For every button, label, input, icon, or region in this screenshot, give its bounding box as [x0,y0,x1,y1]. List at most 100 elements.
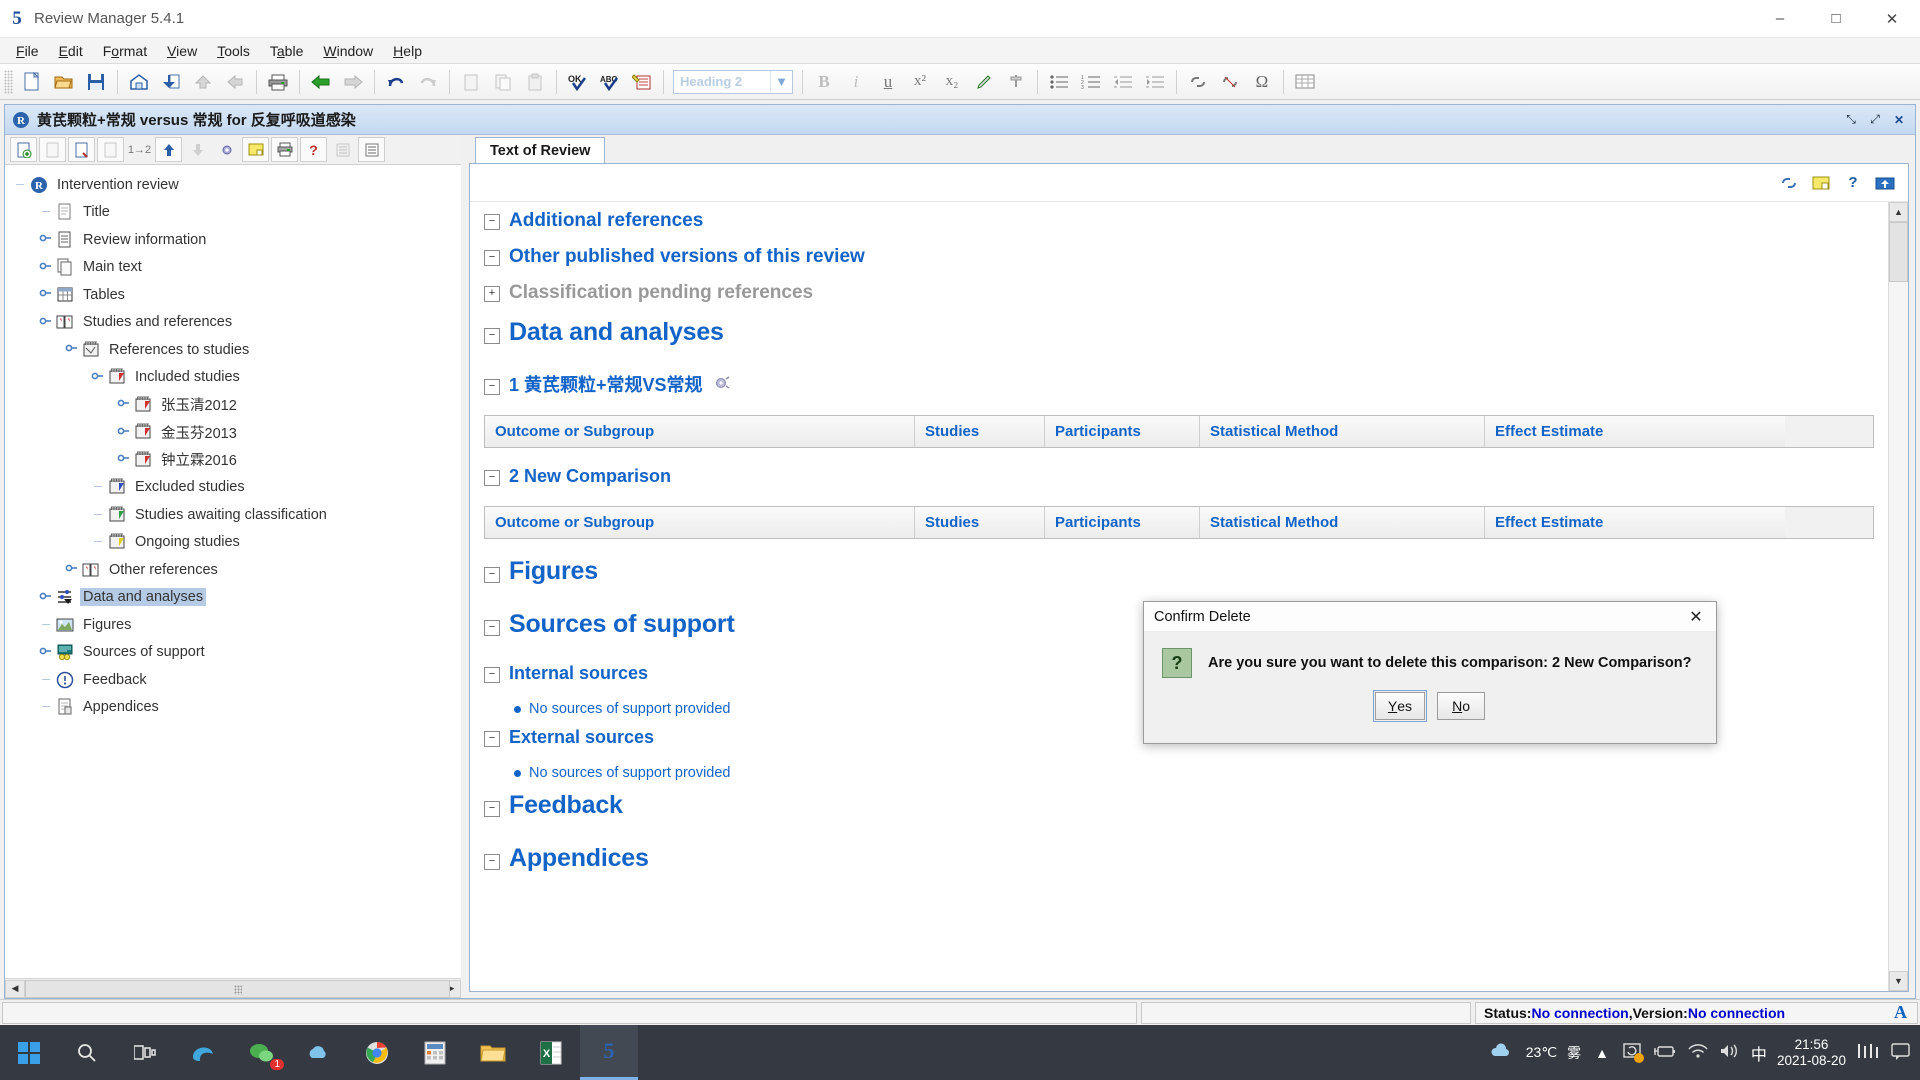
tree-expander-icon[interactable] [37,259,55,276]
merge-1-2-icon[interactable]: 1→2 [126,137,153,162]
tree-item-other-references[interactable]: Other references [5,556,461,584]
menu-view[interactable]: View [157,41,207,61]
section-heading[interactable]: 1 黄芪颗粒+常规VS常规 [509,371,703,397]
symbol-icon[interactable]: Ω [1247,68,1277,96]
tree-item-appendices[interactable]: ─ Appendices [5,694,461,722]
battery-icon[interactable] [1653,1043,1677,1062]
file-explorer-icon[interactable] [464,1025,522,1080]
tree-item-excluded-studies[interactable]: ─ Excluded studies [5,474,461,502]
tree-expander-icon[interactable] [37,314,55,331]
collapse-toggle-icon[interactable]: − [484,731,500,747]
update-icon[interactable] [1872,171,1898,195]
note-icon[interactable] [1808,171,1834,195]
section-heading[interactable]: Appendices [509,844,649,873]
outline-horizontal-scrollbar[interactable]: ◀ ▶ [5,978,461,998]
tree-expander-icon[interactable] [89,369,107,386]
superscript-icon[interactable]: x² [905,68,935,96]
collapse-toggle-icon[interactable]: − [484,379,500,395]
section-heading[interactable]: Figures [509,557,598,586]
open-folder-icon[interactable] [49,68,79,96]
add-icon[interactable] [10,137,37,162]
scroll-up-arrow-icon[interactable]: ▲ [1889,202,1908,222]
toolbar-grip[interactable] [4,69,13,94]
onedrive-cloud-icon[interactable] [290,1025,348,1080]
menu-format[interactable]: Format [93,41,157,61]
minimize-button[interactable]: – [1752,0,1808,37]
copy-icon[interactable] [488,68,518,96]
maximize-button[interactable]: □ [1808,0,1864,37]
bullet-list-icon[interactable] [1044,68,1074,96]
comparison-1-table[interactable]: Outcome or Subgroup Studies Participants St… [484,415,1874,448]
tree-item-feedback[interactable]: ─ Feedback [5,666,461,694]
tree-item-2012[interactable]: 张玉清2012 [5,391,461,419]
tree-item-review-information[interactable]: Review information [5,226,461,254]
collapse-toggle-icon[interactable]: − [484,470,500,486]
tree-item-included-studies[interactable]: Included studies [5,364,461,392]
cut-icon[interactable] [456,68,486,96]
tree-item-sources-of-support[interactable]: Sources of support [5,639,461,667]
track-changes-icon[interactable] [627,68,657,96]
section-heading[interactable]: Additional references [509,210,703,232]
tree-item-intervention-review[interactable]: ─ R Intervention review [5,171,461,199]
numbered-list-icon[interactable]: 123 [1076,68,1106,96]
spellcheck-ok-icon[interactable]: OK [563,68,593,96]
import-icon[interactable] [156,68,186,96]
link-icon[interactable] [1183,68,1213,96]
tree-expander-icon[interactable] [37,589,55,606]
list-view-icon[interactable] [329,137,356,162]
menu-file[interactable]: File [6,41,49,61]
collapse-toggle-icon[interactable]: − [484,620,500,636]
undo-icon[interactable] [381,68,411,96]
highlight-icon[interactable] [969,68,999,96]
pin-icon[interactable] [1001,68,1031,96]
collapse-toggle-icon[interactable]: − [484,250,500,266]
tree-item-ongoing-studies[interactable]: ─ Ongoing studies [5,529,461,557]
section-heading[interactable]: Other published versions of this review [509,246,865,268]
collapse-toggle-icon[interactable]: − [484,801,500,817]
italic-icon[interactable]: i [841,68,871,96]
link-icon[interactable] [1776,171,1802,195]
edit-icon[interactable] [39,137,66,162]
revman-icon[interactable]: 5 [580,1025,638,1080]
comparison-2-table[interactable]: Outcome or Subgroup Studies Participants St… [484,506,1874,539]
collapse-toggle-icon[interactable]: − [484,667,500,683]
close-button[interactable]: ✕ [1864,0,1920,37]
back-arrow-icon[interactable] [306,68,336,96]
m-logo-icon[interactable] [1856,1041,1880,1064]
settings-icon[interactable] [213,137,240,162]
tree-expander-icon[interactable] [63,341,81,358]
scroll-track[interactable] [1889,222,1908,971]
document-close-button[interactable]: ✕ [1889,111,1909,129]
print-icon[interactable] [263,68,293,96]
section-heading[interactable]: Sources of support [509,610,735,639]
scroll-left-arrow-icon[interactable]: ◀ [5,979,25,998]
section-heading[interactable]: Data and analyses [509,318,724,347]
tree-item-main-text[interactable]: Main text [5,254,461,282]
tree-item-tables[interactable]: Tables [5,281,461,309]
collapse-toggle-icon[interactable]: − [484,567,500,583]
collapse-toggle-icon[interactable]: − [484,214,500,230]
tree-item-studies-and-references[interactable]: Studies and references [5,309,461,337]
wifi-icon[interactable] [1687,1043,1709,1062]
help-icon[interactable]: ? [300,137,327,162]
excel-icon[interactable]: X [522,1025,580,1080]
tree-expander-icon[interactable] [37,286,55,303]
calculator-icon[interactable] [406,1025,464,1080]
tree-item-studies-awaiting-classification[interactable]: ─ Studies awaiting classification [5,501,461,529]
redo-icon[interactable] [413,68,443,96]
expand-toggle-icon[interactable]: + [484,286,500,302]
tree-expander-icon[interactable] [115,396,133,413]
content-vertical-scrollbar[interactable]: ▲ ▼ [1888,202,1908,991]
menu-table[interactable]: Table [260,41,313,61]
tree-item-title[interactable]: ─ Title [5,199,461,227]
tree-item-references-to-studies[interactable]: References to studies [5,336,461,364]
windows-start-icon[interactable] [0,1025,58,1080]
tree-item-2016[interactable]: 钟立霖2016 [5,446,461,474]
print-icon[interactable] [271,137,298,162]
yes-button[interactable]: Yes [1372,690,1428,722]
tree-expander-icon[interactable] [63,561,81,578]
chevron-up-icon[interactable]: ▲ [1591,1045,1613,1061]
decrease-indent-icon[interactable] [1108,68,1138,96]
outline-view-icon[interactable] [358,137,385,162]
section-heading[interactable]: Classification pending references [509,282,813,304]
